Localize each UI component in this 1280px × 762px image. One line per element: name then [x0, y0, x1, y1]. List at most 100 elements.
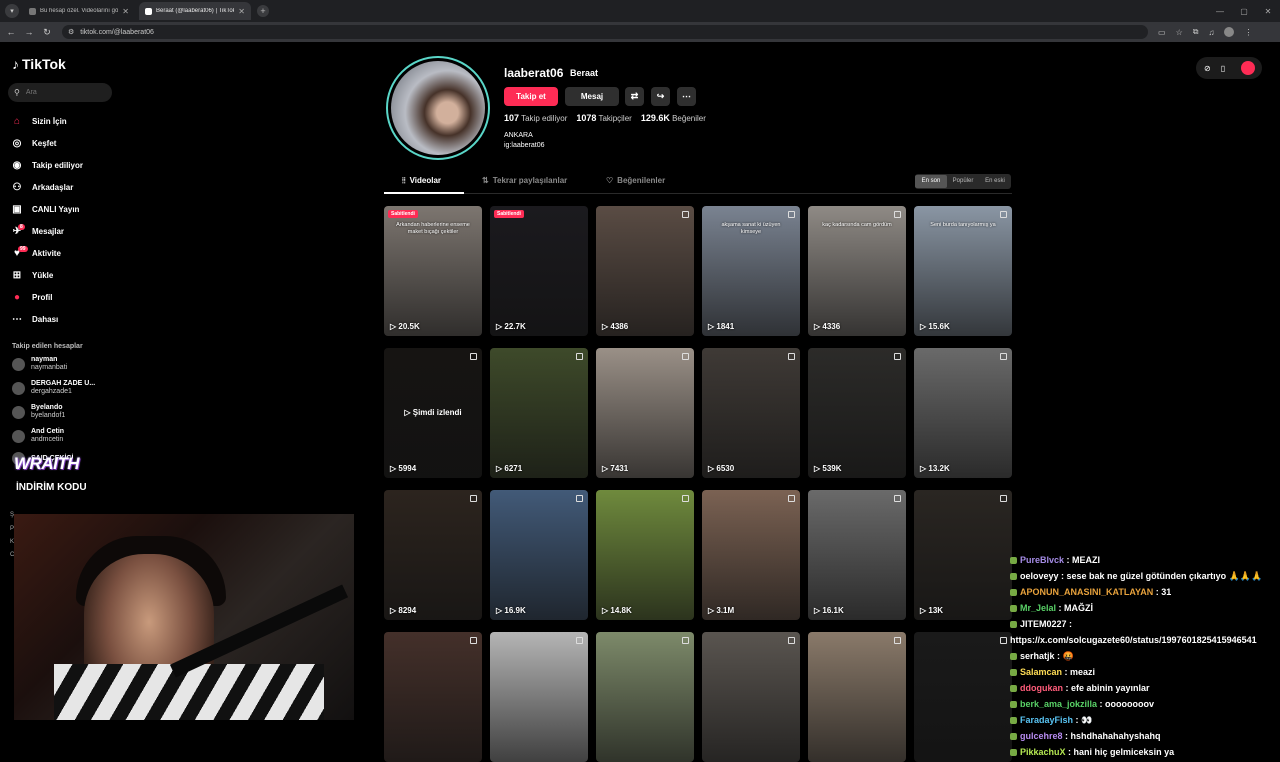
cast-icon[interactable]: ▭	[1158, 28, 1166, 37]
chat-username[interactable]: FaradayFish	[1020, 715, 1073, 725]
user-avatar[interactable]	[1241, 61, 1256, 75]
search-input[interactable]: ⚲ Ara	[8, 83, 112, 102]
sidebar-item-9[interactable]: ⋯ Dahası	[10, 308, 140, 330]
video-thumbnail[interactable]: ▷ 6530	[702, 348, 800, 478]
sidebar-item-0[interactable]: ⌂ Sizin İçin	[10, 110, 140, 132]
share-icon[interactable]: ↪	[651, 87, 670, 106]
follow-button[interactable]: Takip et	[504, 87, 558, 106]
chat-message: APONUN_ANASINI_KATLAYAN : 31	[1010, 584, 1280, 600]
back-icon[interactable]: ←	[4, 27, 18, 37]
extensions-icon[interactable]: ⧉	[1193, 27, 1199, 37]
sidebar-item-label: Yükle	[32, 270, 54, 280]
video-thumbnail[interactable]: Sabitlendi ▷ 22.7K	[490, 206, 588, 336]
new-tab-button[interactable]: +	[257, 5, 269, 17]
tab-close-icon[interactable]: ✕	[238, 7, 245, 16]
message-button[interactable]: Mesaj	[565, 87, 619, 106]
sidebar-item-5[interactable]: ✈ 8 Mesajlar	[10, 220, 140, 242]
video-thumbnail[interactable]: kaç kadarsında cam gördüm ▷ 4336	[808, 206, 906, 336]
sidebar-item-6[interactable]: ♥ 99 Aktivite	[10, 242, 140, 264]
video-thumbnail[interactable]: ▷ 4386	[596, 206, 694, 336]
pinned-badge: Sabitlendi	[494, 210, 524, 218]
chat-username[interactable]: PureBlvck	[1020, 555, 1064, 565]
suggest-user-icon[interactable]: ⇄	[625, 87, 644, 106]
chat-username[interactable]: JITEM0227	[1020, 619, 1067, 629]
followers-stat[interactable]: 1078 Takipçiler	[576, 113, 631, 123]
maximize-button[interactable]: ▢	[1232, 0, 1256, 22]
tab-videos[interactable]: ⦙⦙ Videolar	[402, 176, 441, 186]
followed-account[interactable]: nayman naymanbati	[12, 356, 67, 372]
video-thumbnail[interactable]	[490, 632, 588, 762]
avatar	[12, 405, 25, 419]
url-field[interactable]: ⚙ tiktok.com/@laaberat06	[62, 25, 1148, 39]
profile-avatar[interactable]	[386, 56, 490, 160]
video-thumbnail[interactable]: ▷ 6271	[490, 348, 588, 478]
sidebar-item-7[interactable]: ⊞ Yükle	[10, 264, 140, 286]
video-thumbnail[interactable]: ▷ 3.1M	[702, 490, 800, 620]
sidebar-item-2[interactable]: ◉ Takip ediliyor	[10, 154, 140, 176]
site-info-icon[interactable]: ⚙	[68, 28, 74, 36]
carousel-icon	[788, 495, 795, 502]
chat-username[interactable]: berk_ama_jokzilla	[1020, 699, 1097, 709]
video-thumbnail[interactable]: ▷ 16.1K	[808, 490, 906, 620]
account-username: andmcetin	[31, 436, 64, 443]
video-thumbnail[interactable]: ▷ 14.8K	[596, 490, 694, 620]
video-thumbnail[interactable]: ▷ 8294	[384, 490, 482, 620]
sort-latest[interactable]: En son	[915, 175, 947, 188]
tab-close-icon[interactable]: ✕	[122, 7, 129, 16]
followed-account[interactable]: DERGAH ZADE U... dergahzade1	[12, 380, 95, 396]
chat-username[interactable]: serhatjk	[1020, 651, 1055, 661]
sort-oldest[interactable]: En eski	[979, 175, 1011, 188]
chat-username[interactable]: PikkachuX	[1020, 747, 1066, 757]
sidebar-item-8[interactable]: ● Profil	[10, 286, 140, 308]
video-thumbnail[interactable]: Seni burda tanıyolarmış ya ▷ 15.6K	[914, 206, 1012, 336]
chat-username[interactable]: gulcehre8	[1020, 731, 1063, 741]
video-thumbnail[interactable]: ▷ 7431	[596, 348, 694, 478]
tiktok-logo[interactable]: ♪ TikTok	[12, 56, 66, 72]
sort-popular[interactable]: Popüler	[947, 175, 979, 188]
menu-dots-icon[interactable]: ⋮	[1244, 28, 1252, 37]
video-thumbnail[interactable]: ▷ 539K	[808, 348, 906, 478]
chat-username[interactable]: Mr_Jelal	[1020, 603, 1056, 613]
video-thumbnail[interactable]: ▷ Şimdi izlendi ▷ 5994	[384, 348, 482, 478]
sidebar-item-4[interactable]: ▣ CANLI Yayın	[10, 198, 140, 220]
video-thumbnail[interactable]: Sabitlendi Arkandan haberlerine enseme ma…	[384, 206, 482, 336]
bookmark-star-icon[interactable]: ☆	[1176, 28, 1183, 37]
profile-avatar[interactable]	[1224, 27, 1235, 37]
tab-reposts[interactable]: ⇅ Tekrar paylaşılanlar	[482, 176, 567, 185]
forward-icon[interactable]: →	[22, 27, 36, 37]
video-thumbnail[interactable]	[384, 632, 482, 762]
media-icon[interactable]: ♫	[1208, 28, 1214, 37]
video-thumbnail[interactable]: ▷ 13.2K	[914, 348, 1012, 478]
sidebar-item-1[interactable]: ◎ Keşfet	[10, 132, 140, 154]
video-thumbnail[interactable]	[914, 632, 1012, 762]
browser-tab-active[interactable]: Beraat (@laaberat06) | TikTok ✕	[139, 2, 251, 20]
following-icon: ◉	[12, 159, 22, 171]
sidebar-item-3[interactable]: ⚇ Arkadaşlar	[10, 176, 140, 198]
chat-message: gulcehre8 : hshdhahahahyshahq	[1010, 728, 1280, 744]
notification-badge: 8	[18, 224, 25, 230]
device-icon[interactable]: ▯	[1221, 64, 1225, 73]
chat-username[interactable]: APONUN_ANASINI_KATLAYAN	[1020, 587, 1153, 597]
followed-account[interactable]: Byelando byelandof1	[12, 404, 65, 420]
sidebar-item-label: Mesajlar	[32, 226, 65, 236]
minimize-button[interactable]: —	[1208, 0, 1232, 22]
tab-liked[interactable]: ♡ Beğenilenler	[606, 176, 665, 185]
sidebar-item-label: CANLI Yayın	[32, 204, 80, 214]
coin-icon[interactable]: ⊘	[1204, 64, 1211, 73]
video-thumbnail[interactable]: akşama sanat ki üzüyen kimseye ▷ 1841	[702, 206, 800, 336]
video-thumbnail[interactable]: ▷ 16.9K	[490, 490, 588, 620]
video-thumbnail[interactable]	[596, 632, 694, 762]
followed-account[interactable]: And Cetin andmcetin	[12, 428, 64, 444]
chat-username[interactable]: oeloveyy	[1020, 571, 1059, 581]
following-stat[interactable]: 107 Takip ediliyor	[504, 113, 567, 123]
chat-username[interactable]: ddogukan	[1020, 683, 1063, 693]
browser-tab[interactable]: Bu hesap özel. Videolarını görm ✕	[23, 2, 135, 20]
video-thumbnail[interactable]: ▷ 13K	[914, 490, 1012, 620]
video-thumbnail[interactable]	[808, 632, 906, 762]
chat-username[interactable]: Salamcan	[1020, 667, 1062, 677]
video-thumbnail[interactable]	[702, 632, 800, 762]
reload-icon[interactable]: ↻	[40, 27, 54, 38]
close-window-button[interactable]: ✕	[1256, 0, 1280, 22]
more-options-icon[interactable]: ⋯	[677, 87, 696, 106]
tab-search-button[interactable]: ▾	[5, 4, 19, 18]
